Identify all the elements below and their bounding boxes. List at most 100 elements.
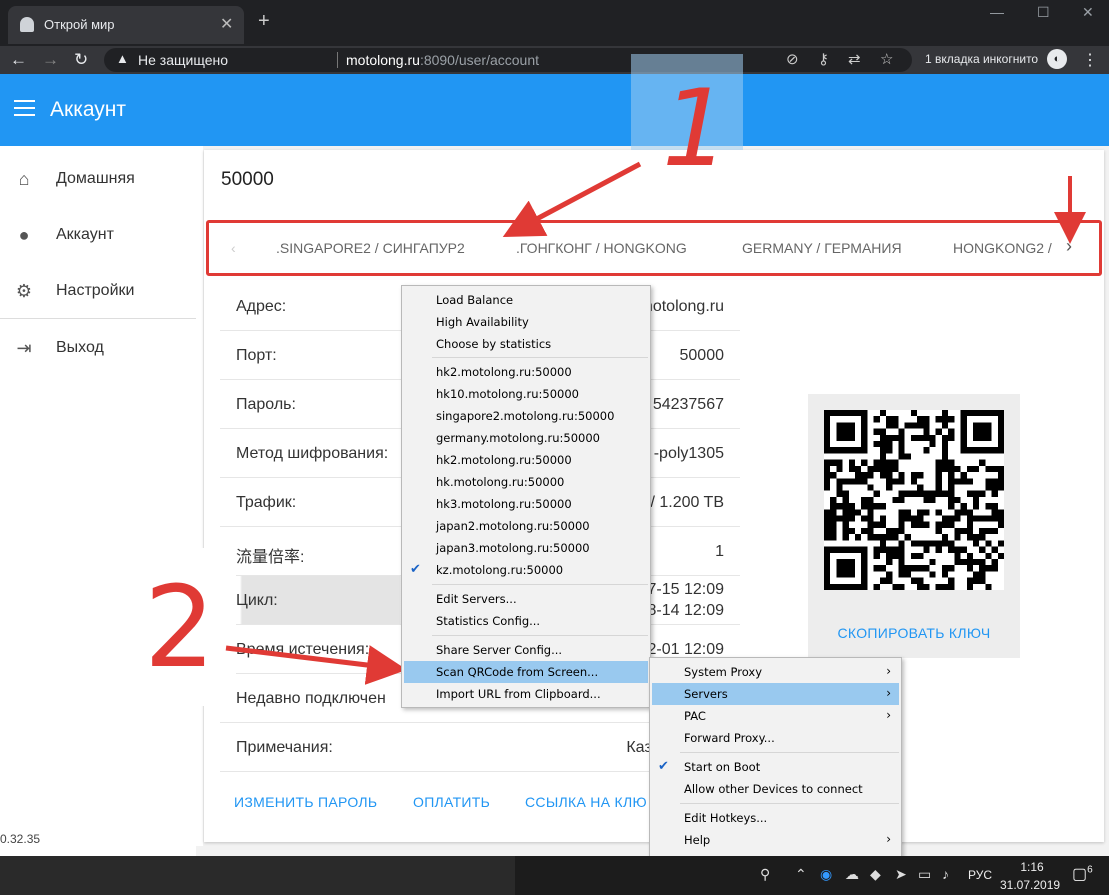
port-title: 50000	[221, 169, 274, 190]
notification-count: 6	[1087, 864, 1093, 876]
new-tab-button[interactable]: +	[258, 10, 270, 33]
menu-separator	[680, 752, 899, 753]
menu-item-label: kz.motolong.ru:50000	[436, 563, 564, 577]
url-host: motolong.ru	[346, 52, 420, 68]
menu-item[interactable]: High Availability	[404, 311, 648, 333]
menu-item[interactable]: Edit Servers...	[404, 588, 648, 610]
network-icon[interactable]: ▭	[918, 866, 931, 883]
star-icon[interactable]: ☆	[880, 50, 893, 68]
menu-item[interactable]: hk10.motolong.ru:50000	[404, 383, 648, 405]
menu-item[interactable]: Load Balance	[404, 289, 648, 311]
menu-item-label: Import URL from Clipboard...	[436, 687, 601, 701]
url-text[interactable]: motolong.ru:8090/user/account	[346, 52, 539, 68]
menu-item[interactable]: ✔ kz.motolong.ru:50000	[404, 559, 648, 581]
incognito-icon[interactable]: ◐	[1047, 49, 1067, 69]
menu-item[interactable]: Edit Hotkeys...	[652, 807, 899, 829]
browser-menu-icon[interactable]: ⋮	[1082, 50, 1098, 70]
check-icon: ✔	[658, 759, 669, 774]
blocked-cookies-icon[interactable]: ⊘	[786, 50, 799, 68]
forward-icon[interactable]: →	[42, 50, 59, 70]
menu-item[interactable]: Share Server Config...	[404, 639, 648, 661]
translate-icon[interactable]: ⇄	[848, 50, 861, 68]
logout-icon: ⇥	[16, 338, 32, 358]
menu-item[interactable]: hk.motolong.ru:50000	[404, 471, 648, 493]
menu-item[interactable]: Scan QRCode from Screen...	[404, 661, 648, 683]
address-bar[interactable]: ▲ Не защищено motolong.ru:8090/user/acco…	[104, 48, 912, 72]
close-window-icon[interactable]: ✕	[1082, 4, 1094, 21]
menu-item-label: System Proxy	[684, 665, 763, 679]
incognito-favicon-icon	[20, 17, 34, 32]
menu-item[interactable]: japan3.motolong.ru:50000	[404, 537, 648, 559]
row-value: -poly1305	[653, 445, 724, 462]
home-icon: ⌂	[18, 169, 30, 189]
menu-separator	[432, 584, 648, 585]
menu-item-label: germany.motolong.ru:50000	[436, 431, 600, 445]
hamburger-menu-icon[interactable]	[14, 100, 35, 116]
menu-item[interactable]: Forward Proxy...	[652, 727, 899, 749]
row-value: motolong.ru	[639, 298, 725, 315]
taskbar-left	[0, 856, 515, 895]
incognito-label: 1 вкладка инкогнито	[925, 52, 1039, 66]
close-tab-icon[interactable]: ✕	[220, 14, 233, 34]
menu-item[interactable]: ✔ Start on Boot	[652, 756, 899, 778]
chevron-up-icon[interactable]: ⌃	[795, 866, 807, 883]
row-key: 流量倍率:	[236, 549, 305, 566]
sidebar-item-settings[interactable]: ⚙ Настройки	[0, 268, 196, 316]
menu-item[interactable]: Servers ›	[652, 683, 899, 705]
browser-tab[interactable]: Открой мир ✕	[8, 6, 244, 44]
menu-item[interactable]: Choose by statistics	[404, 333, 648, 355]
sidebar-item-home[interactable]: ⌂ Домашняя	[0, 156, 196, 204]
minimize-icon[interactable]: —	[990, 4, 1004, 20]
menu-item[interactable]: germany.motolong.ru:50000	[404, 427, 648, 449]
notification-icon[interactable]: ▢6	[1072, 864, 1093, 884]
menu-item[interactable]: Help ›	[652, 829, 899, 851]
telegram-icon[interactable]: ➤	[895, 866, 907, 883]
menu-item-label: Allow other Devices to connect	[684, 782, 863, 796]
menu-item[interactable]: Allow other Devices to connect	[652, 778, 899, 800]
sidebar-item-logout[interactable]: ⇥ Выход	[0, 325, 196, 373]
warning-icon[interactable]: ▲	[116, 51, 129, 66]
language-indicator[interactable]: РУС	[968, 868, 992, 882]
change-password-button[interactable]: ИЗМЕНИТЬ ПАРОЛЬ	[234, 794, 377, 810]
menu-item-label: Choose by statistics	[436, 337, 552, 351]
sidebar-item-account[interactable]: ● Аккаунт	[0, 212, 196, 260]
pay-button[interactable]: ОПЛАТИТЬ	[413, 794, 490, 810]
menu-separator	[432, 357, 648, 358]
annotation-number-one: 1	[662, 67, 730, 190]
copy-key-button[interactable]: СКОПИРОВАТЬ КЛЮЧ	[808, 625, 1020, 641]
menu-item[interactable]: PAC ›	[652, 705, 899, 727]
menu-item[interactable]: hk3.motolong.ru:50000	[404, 493, 648, 515]
key-link-button[interactable]: ССЫЛКА НА КЛЮ	[525, 794, 647, 810]
security-label[interactable]: Не защищено	[138, 52, 228, 68]
clock-date[interactable]: 31.07.2019	[1000, 878, 1060, 892]
menu-item[interactable]: hk2.motolong.ru:50000	[404, 449, 648, 471]
account-circle-icon: ●	[18, 225, 30, 245]
menu-item-label: japan3.motolong.ru:50000	[436, 541, 590, 555]
back-icon[interactable]: ←	[10, 50, 27, 70]
annotation-number-two: 2	[144, 563, 216, 693]
people-icon[interactable]: ⚲	[760, 866, 770, 883]
clock-time[interactable]: 1:16	[1012, 860, 1052, 874]
menu-item[interactable]: singapore2.motolong.ru:50000	[404, 405, 648, 427]
reload-icon[interactable]: ↻	[74, 50, 88, 70]
menu-item[interactable]: hk2.motolong.ru:50000	[404, 361, 648, 383]
menu-item[interactable]: System Proxy ›	[652, 661, 899, 683]
menu-item[interactable]: Statistics Config...	[404, 610, 648, 632]
row-value: / 1.200 TB	[650, 494, 724, 511]
teamviewer-icon[interactable]: ◉	[820, 866, 832, 883]
menu-item[interactable]: japan2.motolong.ru:50000	[404, 515, 648, 537]
menu-item-label: High Availability	[436, 315, 529, 329]
menu-item-label: Statistics Config...	[436, 614, 541, 628]
menu-item[interactable]: Import URL from Clipboard...	[404, 683, 648, 705]
submenu-arrow-icon: ›	[886, 708, 891, 722]
key-icon[interactable]: ⚷	[818, 50, 829, 68]
sidebar: ⌂ Домашняя ● Аккаунт ⚙ Настройки ⇥ Выход	[0, 146, 203, 846]
volume-icon[interactable]: ♪	[942, 866, 949, 882]
cloud-icon[interactable]: ☁	[845, 866, 859, 883]
menu-item-label: singapore2.motolong.ru:50000	[436, 409, 615, 423]
dropbox-icon[interactable]: ◆	[870, 866, 881, 883]
menu-item-label: Edit Hotkeys...	[684, 811, 768, 825]
submenu-arrow-icon: ›	[886, 832, 891, 846]
maximize-icon[interactable]: ☐	[1037, 4, 1050, 21]
submenu-arrow-icon: ›	[886, 686, 891, 700]
